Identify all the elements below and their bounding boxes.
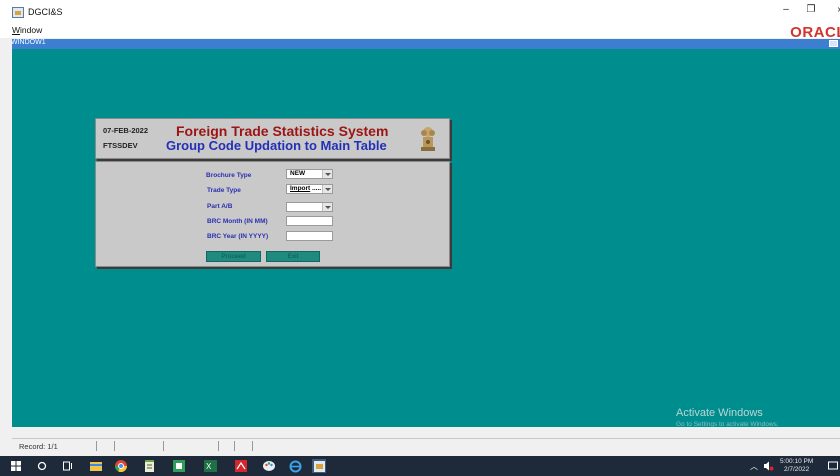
brochure-type-label: Brochure Type xyxy=(206,172,252,179)
part-ab-label: Part A/B xyxy=(207,203,233,210)
status-separator xyxy=(114,441,115,451)
file-explorer-icon[interactable] xyxy=(89,459,103,473)
status-separator xyxy=(96,441,97,451)
header-title: Foreign Trade Statistics System xyxy=(176,123,389,139)
app-title: DGCI&S xyxy=(28,7,63,17)
chevron-down-icon[interactable] xyxy=(322,170,332,178)
brc-month-label: BRC Month (IN MM) xyxy=(207,218,268,225)
excel-icon[interactable]: X xyxy=(203,459,217,473)
brc-month-input[interactable] xyxy=(286,216,333,226)
window1-title: WINDOW1 xyxy=(11,39,46,46)
chevron-down-icon[interactable] xyxy=(322,185,332,193)
status-bar: Record: 1/1 xyxy=(0,428,840,456)
search-icon[interactable] xyxy=(35,459,49,473)
brc-year-input[interactable] xyxy=(286,231,333,241)
header-subtitle: Group Code Updation to Main Table xyxy=(166,138,387,153)
show-hidden-icons-icon[interactable]: ︿ xyxy=(747,459,761,473)
menu-bar: Window ORACL xyxy=(0,24,840,41)
taskbar: X ︿ 5:00:10 PM 2/7/2022 xyxy=(0,456,840,476)
status-separator xyxy=(252,441,253,451)
brc-year-label: BRC Year (IN YYYY) xyxy=(207,233,269,240)
brochure-type-select[interactable]: NEW xyxy=(286,169,333,179)
paint-icon[interactable] xyxy=(262,459,276,473)
chrome-icon[interactable] xyxy=(114,459,128,473)
notepad-icon[interactable] xyxy=(143,459,157,473)
restore-button[interactable]: ❐ xyxy=(804,4,818,15)
form-panel: Brochure Type NEW Trade Type Import ....… xyxy=(95,161,450,267)
windows-start-icon[interactable] xyxy=(9,459,23,473)
status-separator xyxy=(218,441,219,451)
clock-date: 2/7/2022 xyxy=(783,466,810,473)
chevron-down-icon[interactable] xyxy=(322,203,332,211)
status-separator xyxy=(163,441,164,451)
pdf-reader-icon[interactable] xyxy=(234,459,248,473)
exit-button[interactable]: Exit xyxy=(266,251,320,262)
menu-window[interactable]: Window xyxy=(12,25,42,35)
status-divider xyxy=(12,438,840,439)
minimize-button[interactable]: – xyxy=(779,4,793,15)
task-view-icon[interactable] xyxy=(61,459,75,473)
app-green-icon[interactable] xyxy=(172,459,186,473)
canvas-left-edge xyxy=(0,39,12,428)
svg-text:X: X xyxy=(206,462,212,471)
header-date: 07-FEB-2022 xyxy=(103,126,149,135)
trade-type-label: Trade Type xyxy=(207,187,241,194)
activate-windows-text: Activate Windows xyxy=(676,407,763,419)
window1-titlebar: WINDOW1 xyxy=(0,39,840,49)
trade-type-select[interactable]: Import ..... xyxy=(286,184,333,194)
app-root: DGCI&S – ❐ › Window ORACL WINDOW1 07-FEB… xyxy=(0,0,840,476)
title-bar: DGCI&S – ❐ › xyxy=(0,0,840,24)
internet-explorer-icon[interactable] xyxy=(288,459,302,473)
clock[interactable]: 5:00:10 PM 2/7/2022 xyxy=(780,458,813,474)
status-separator xyxy=(234,441,235,451)
close-button[interactable]: › xyxy=(832,4,840,15)
java-app-icon[interactable] xyxy=(312,459,326,473)
part-ab-select[interactable] xyxy=(286,202,333,212)
national-emblem-icon xyxy=(421,127,435,151)
app-icon xyxy=(12,7,24,18)
header-panel: 07-FEB-2022 FTSSDEV Foreign Trade Statis… xyxy=(95,118,450,159)
record-indicator: Record: 1/1 xyxy=(19,442,58,451)
volume-icon[interactable] xyxy=(761,459,775,473)
activate-windows-subtext: Go to Settings to activate Windows. xyxy=(676,421,779,428)
notification-icon[interactable] xyxy=(826,459,840,473)
clock-time: 5:00:10 PM xyxy=(780,458,814,465)
window1-maximize-icon[interactable] xyxy=(829,40,838,47)
header-db: FTSSDEV xyxy=(103,141,138,150)
proceed-button[interactable]: Proceed xyxy=(206,251,261,262)
